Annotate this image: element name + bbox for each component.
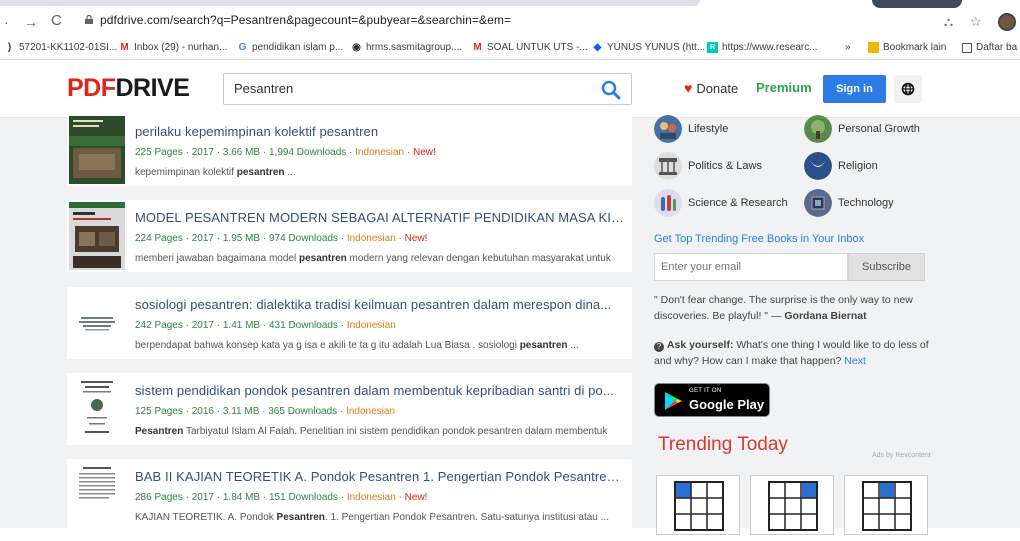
result-description: Pesantren Tarbiyatul Islam Al Falah. Pen…	[135, 426, 608, 437]
question-icon: ?	[654, 342, 664, 352]
religion-icon	[804, 152, 832, 180]
bookmark-item[interactable]: ◆ YUNUS YUNUS (htt...	[592, 42, 706, 53]
politics-icon	[654, 152, 682, 180]
forward-icon[interactable]: →	[24, 14, 38, 30]
ad-tile[interactable]	[656, 475, 740, 535]
email-field[interactable]	[661, 261, 841, 273]
category-religion[interactable]: Religion	[804, 152, 878, 180]
ask-yourself: ? Ask yourself: What's one thing I would…	[654, 339, 929, 367]
folder-icon	[868, 42, 879, 53]
ad-image	[768, 481, 818, 531]
content-area: perilaku kepemimpinan kolektif pesantren…	[0, 114, 1020, 535]
google-play-badge[interactable]: GET IT ON Google Play	[654, 383, 770, 417]
result-description: kepemimpinan kolektif pesantren ...	[135, 167, 296, 178]
science-icon	[654, 189, 682, 217]
bookmark-item[interactable]: ◉ hrms.sasmitagroup....	[351, 42, 462, 53]
browser-toolbar: · → C pdfdrive.com/search?q=Pesantren&pa…	[0, 0, 1020, 36]
globe-icon: ◉	[352, 42, 361, 53]
category-science[interactable]: Science & Research	[654, 189, 788, 217]
search-result[interactable]: sistem pendidikan pondok pesantren dalam…	[67, 373, 632, 445]
tab-strip-right	[872, 0, 962, 8]
star-icon[interactable]: ☆	[970, 14, 982, 30]
category-personal-growth[interactable]: Personal Growth	[804, 115, 920, 143]
bookmark-item[interactable]: ) 57201-KK1102-01SI...	[4, 42, 117, 53]
book-cover-thumbnail[interactable]	[69, 116, 125, 184]
result-title[interactable]: MODEL PESANTREN MODERN SEBAGAI ALTERNATI…	[135, 210, 625, 225]
gmail-icon: M	[473, 42, 482, 53]
search-result[interactable]: sosiologi pesantren: dialektika tradisi …	[67, 287, 632, 359]
book-cover-thumbnail[interactable]	[69, 289, 125, 357]
result-title[interactable]: perilaku kepemimpinan kolektif pesantren	[135, 124, 625, 139]
bookmark-item[interactable]: G pendidikan islam p...	[237, 42, 344, 53]
extension-icon[interactable]: ⛬	[944, 14, 953, 30]
result-title[interactable]: sosiologi pesantren: dialektika tradisi …	[135, 297, 625, 312]
site-header: PDFDRIVE ♥ Donate Premium Sign in	[0, 60, 1020, 118]
category-lifestyle[interactable]: Lifestyle	[654, 115, 728, 143]
bookmark-item[interactable]: M SOAL UNTUK UTS -...	[472, 42, 587, 53]
reload-icon[interactable]: C	[51, 12, 62, 29]
result-meta: 225 Pages · 2017 · 3.66 MB · 1,994 Downl…	[135, 147, 436, 158]
dropbox-icon: ◆	[593, 42, 602, 53]
bookmark-item[interactable]: R https://www.researc...	[707, 42, 818, 53]
ads-attribution[interactable]: Ads by Revcontent	[872, 452, 931, 459]
book-cover-thumbnail[interactable]	[69, 375, 125, 443]
bookmarks-bar: ) 57201-KK1102-01SI... M Inbox (29) - nu…	[0, 38, 1020, 60]
signin-button[interactable]: Sign in	[823, 75, 886, 103]
bookmarks-overflow-button[interactable]: »	[845, 42, 851, 53]
reading-list[interactable]: Daftar ba	[962, 42, 1017, 53]
bookmark-folder[interactable]: Bookmark lain	[868, 42, 946, 53]
search-result[interactable]: perilaku kepemimpinan kolektif pesantren…	[67, 114, 632, 186]
search-box	[223, 73, 632, 105]
result-meta: 224 Pages · 2017 · 1.95 MB · 974 Downloa…	[135, 233, 428, 244]
lifestyle-icon	[654, 115, 682, 143]
page-icon: )	[7, 42, 12, 53]
book-cover-thumbnail[interactable]	[69, 202, 125, 270]
result-description: KAJIAN TEORETIK. A. Pondok Pesantren. 1.…	[135, 512, 609, 523]
search-input[interactable]	[234, 81, 584, 96]
result-description: berpendapat bahwa konsep kata ya g isa e…	[135, 340, 579, 351]
book-cover-thumbnail[interactable]	[69, 461, 125, 529]
next-link[interactable]: Next	[844, 355, 866, 367]
result-description: memberi jawaban bagaimana model pesantre…	[135, 253, 611, 264]
heart-icon: ♥	[684, 80, 693, 96]
search-icon[interactable]	[601, 80, 621, 100]
donate-link[interactable]: ♥ Donate	[684, 80, 738, 96]
email-field-wrapper	[654, 253, 848, 281]
gmail-icon: M	[120, 42, 129, 53]
category-politics[interactable]: Politics & Laws	[654, 152, 762, 180]
result-title[interactable]: BAB II KAJIAN TEORETIK A. Pondok Pesantr…	[135, 469, 625, 484]
category-technology[interactable]: Technology	[804, 189, 894, 217]
result-meta: 125 Pages · 2016 · 3.11 MB · 365 Downloa…	[135, 406, 396, 417]
ad-tile[interactable]	[844, 475, 928, 535]
lock-icon	[85, 15, 93, 24]
address-bar[interactable]: pdfdrive.com/search?q=Pesantren&pagecoun…	[100, 13, 511, 27]
google-icon: G	[238, 42, 247, 53]
ad-image	[674, 481, 724, 531]
ad-image	[862, 481, 912, 531]
language-button[interactable]	[894, 75, 922, 103]
globe-icon	[901, 82, 915, 96]
personal-growth-icon	[804, 115, 832, 143]
trending-title: Trending Today	[658, 434, 788, 455]
result-title[interactable]: sistem pendidikan pondok pesantren dalam…	[135, 383, 625, 398]
search-result[interactable]: MODEL PESANTREN MODERN SEBAGAI ALTERNATI…	[67, 200, 632, 272]
tab-strip	[0, 0, 700, 6]
researchgate-icon: R	[707, 42, 718, 53]
premium-link[interactable]: Premium	[756, 80, 812, 95]
technology-icon	[804, 189, 832, 217]
pdfdrive-logo[interactable]: PDFDRIVE	[67, 74, 190, 103]
result-meta: 286 Pages · 2017 · 1.84 MB · 151 Downloa…	[135, 492, 428, 503]
reading-list-icon	[962, 42, 972, 53]
search-result[interactable]: BAB II KAJIAN TEORETIK A. Pondok Pesantr…	[67, 459, 632, 531]
ad-tile[interactable]	[750, 475, 834, 535]
result-meta: 242 Pages · 2017 · 1.41 MB · 431 Downloa…	[135, 320, 396, 331]
subscribe-button[interactable]: Subscribe	[848, 253, 925, 281]
play-store-icon	[665, 392, 682, 410]
avatar[interactable]	[998, 13, 1016, 31]
back-icon[interactable]: ·	[4, 14, 9, 30]
newsletter-link[interactable]: Get Top Trending Free Books in Your Inbo…	[654, 233, 864, 245]
bookmark-item[interactable]: M Inbox (29) - nurhan...	[119, 42, 227, 53]
quote: " Don't fear change. The surprise is the…	[654, 294, 913, 322]
